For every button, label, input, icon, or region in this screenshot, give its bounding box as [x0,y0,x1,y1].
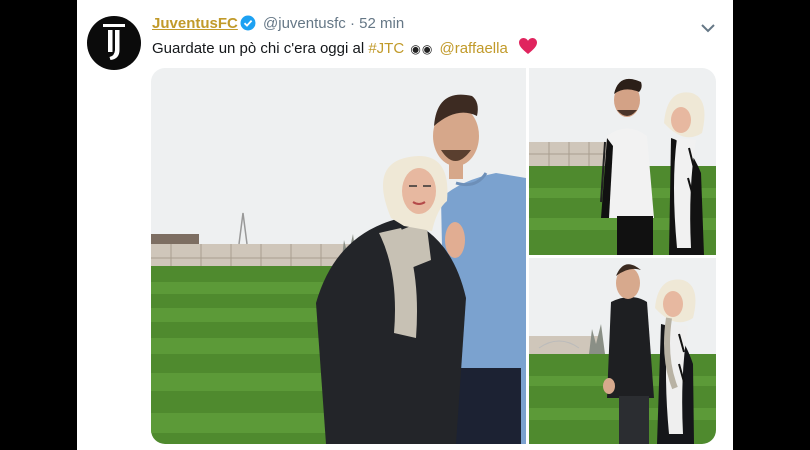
photo-bottom-right[interactable] [529,258,716,444]
avatar[interactable] [87,16,141,70]
chevron-down-icon[interactable] [701,20,715,38]
tweet-header: JuventusFC @juventusfc · 52 min [152,15,404,35]
handle[interactable]: @juventusfc [263,15,346,32]
display-name[interactable]: JuventusFC [152,15,238,32]
photo-main[interactable] [151,68,526,444]
hashtag-link[interactable]: #JTC [368,40,404,57]
photo-top-right[interactable] [529,68,716,255]
mention-link[interactable]: @raffaella [439,40,507,57]
tweet-text: Guardate un pò chi c'era oggi al #JTC ◉◉… [152,37,538,59]
red-heart-emoji-icon [518,37,538,59]
verified-badge-icon [240,15,256,35]
eyes-emoji-icon: ◉◉ [410,42,434,56]
juventus-logo-icon [103,24,125,60]
media-grid [151,68,716,444]
tweet-text-body: Guardate un pò chi c'era oggi al [152,40,369,57]
timestamp[interactable]: 52 min [359,15,404,32]
tweet-card: JuventusFC @juventusfc · 52 min Guardate… [77,0,733,450]
separator: · [349,15,355,32]
